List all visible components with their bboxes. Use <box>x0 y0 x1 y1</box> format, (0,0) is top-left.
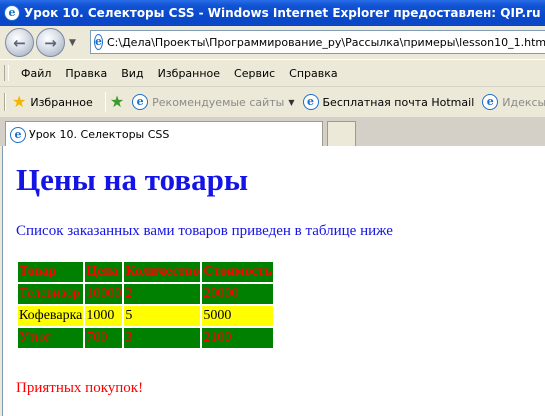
ie-page-icon: e <box>302 94 319 110</box>
ie-page-icon: e <box>10 126 26 143</box>
table-cell: Кофеварка <box>18 306 84 326</box>
window-titlebar: e Урок 10. Селекторы CSS - Windows Inter… <box>0 0 545 26</box>
toolbar-grip <box>4 65 9 81</box>
toolbar-separator <box>104 92 106 112</box>
table-header-cell: Стоимость <box>202 262 273 282</box>
tab-active[interactable]: e Урок 10. Селекторы CSS <box>5 121 323 147</box>
star-icon: ★ <box>12 92 27 111</box>
back-button[interactable]: ← <box>5 28 34 57</box>
favorites-link-indexes[interactable]: e Идексы <box>482 94 545 110</box>
favorites-label: Избранное <box>30 95 93 109</box>
tab-bar: e Урок 10. Селекторы CSS <box>0 117 545 147</box>
history-dropdown-icon[interactable]: ▼ <box>69 38 76 48</box>
table-cell: Утюг <box>18 328 84 348</box>
forward-button[interactable]: → <box>36 28 65 57</box>
table-cell: Телевизор <box>18 284 84 304</box>
ie-page-icon: e <box>132 94 149 110</box>
page-content: Цены на товары Список заказанных вами то… <box>2 146 545 416</box>
table-header-cell: Товар <box>18 262 84 282</box>
favorites-link-label: Рекомендуемые сайты <box>152 95 285 109</box>
table-cell: 700 <box>85 328 123 348</box>
table-cell: 3 <box>124 328 201 348</box>
add-favorite-icon: ★ <box>109 92 125 111</box>
page-heading: Цены на товары <box>16 162 249 197</box>
menu-help[interactable]: Справка <box>283 67 343 80</box>
favorites-link-label: Бесплатная почта Hotmail <box>322 95 475 109</box>
table-cell: 5 <box>124 306 201 326</box>
table-header-cell: Количество <box>124 262 201 282</box>
menu-view[interactable]: Вид <box>115 67 149 80</box>
table-cell: 2 <box>124 284 201 304</box>
price-table: Товар Цена Количество Стоимость Телевизо… <box>16 260 275 350</box>
favorites-link-hotmail[interactable]: e Бесплатная почта Hotmail <box>302 94 475 110</box>
favorites-link-suggested[interactable]: e Рекомендуемые сайты ▼ <box>132 94 295 110</box>
table-row: Кофеварка 1000 5 5000 <box>18 306 273 326</box>
back-arrow-icon: ← <box>13 33 26 52</box>
menu-bar: Файл Правка Вид Избранное Сервис Справка <box>0 59 545 86</box>
favorites-button[interactable]: ★ Избранное <box>12 94 93 110</box>
favorites-link-label: Идексы <box>502 95 545 109</box>
table-cell: 2100 <box>202 328 273 348</box>
ie-logo-icon: e <box>4 5 20 21</box>
ie-page-icon: e <box>482 94 499 110</box>
table-cell: 5000 <box>202 306 273 326</box>
footer-text: Приятных покупок! <box>16 380 144 396</box>
tab-title: Урок 10. Селекторы CSS <box>29 128 170 141</box>
menu-edit[interactable]: Правка <box>59 67 113 80</box>
intro-text: Список заказанных вами товаров приведен … <box>16 223 393 239</box>
chevron-down-icon: ▼ <box>288 97 295 107</box>
window-title: Урок 10. Селекторы CSS - Windows Interne… <box>24 6 541 20</box>
navigation-bar: ← → ▼ e C:\Дела\Проекты\Программирование… <box>0 26 545 59</box>
menu-tools[interactable]: Сервис <box>228 67 281 80</box>
page-icon: e <box>94 34 103 50</box>
table-row: Телевизор 10000 2 20000 <box>18 284 273 304</box>
forward-arrow-icon: → <box>44 33 57 52</box>
menu-file[interactable]: Файл <box>15 67 57 80</box>
table-cell: 20000 <box>202 284 273 304</box>
add-favorite-button[interactable]: ★ <box>110 94 124 110</box>
new-tab-button[interactable] <box>327 121 356 147</box>
favorites-bar: ★ Избранное ★ e Рекомендуемые сайты ▼ e … <box>0 86 545 117</box>
table-row: Утюг 700 3 2100 <box>18 328 273 348</box>
table-cell: 10000 <box>85 284 123 304</box>
table-header-row: Товар Цена Количество Стоимость <box>18 262 273 282</box>
address-input[interactable]: C:\Дела\Проекты\Программирование_ру\Расс… <box>107 36 545 49</box>
address-bar[interactable]: e C:\Дела\Проекты\Программирование_ру\Ра… <box>90 30 545 54</box>
toolbar-grip <box>4 93 6 111</box>
table-header-cell: Цена <box>85 262 123 282</box>
table-cell: 1000 <box>85 306 123 326</box>
menu-favorites[interactable]: Избранное <box>152 67 226 80</box>
